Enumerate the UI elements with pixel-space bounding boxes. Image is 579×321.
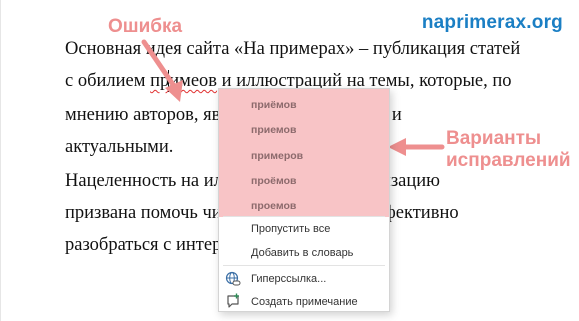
hyperlink-item[interactable]: Гиперссылка... [251, 272, 326, 286]
suggestion-item[interactable]: примеров [251, 149, 303, 163]
new-comment-icon [227, 293, 239, 308]
spellcheck-context-menu: приёмов приемов примеров проёмов проемов… [218, 88, 390, 312]
suggestion-item[interactable]: приёмов [251, 98, 297, 112]
annotation-variants-line: исправлений [446, 150, 571, 171]
annotation-arrow-icon [388, 138, 445, 156]
annotation-variants-line: Варианты [446, 128, 542, 149]
menu-separator [223, 265, 385, 266]
document-text: с обилием [65, 71, 151, 91]
new-comment-item[interactable]: Создать примечание [251, 295, 358, 309]
menu-separator [223, 216, 385, 217]
suggestions-highlight [219, 89, 389, 217]
document-line: актуальными. [65, 137, 174, 157]
ignore-all-item[interactable]: Пропустить все [251, 222, 330, 236]
globe-link-icon [225, 271, 241, 286]
document-line: Основная идея сайта «На примерах» – публ… [65, 39, 521, 59]
suggestion-item[interactable]: проёмов [251, 174, 297, 188]
suggestion-item[interactable]: приемов [251, 123, 296, 137]
suggestion-item[interactable]: проемов [251, 199, 296, 213]
add-to-dictionary-item[interactable]: Добавить в словарь [251, 246, 353, 260]
annotation-error-label: Ошибка [108, 16, 183, 37]
site-watermark: naprimerax.org [421, 12, 563, 33]
annotation-arrow-icon [141, 39, 183, 102]
annotation-variants-label: Варианты исправлений [446, 128, 571, 172]
